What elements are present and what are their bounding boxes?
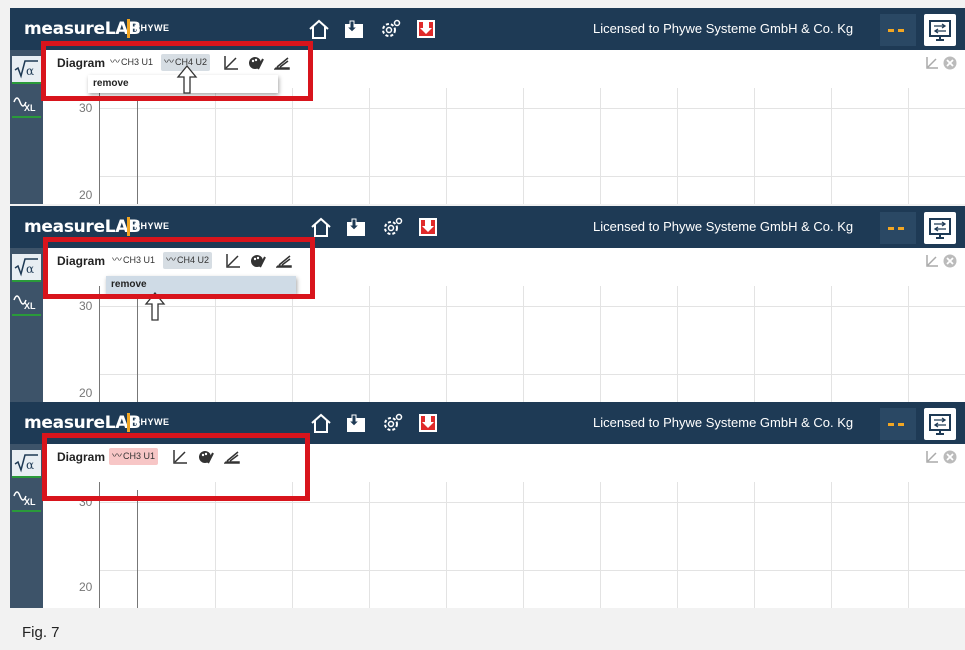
svg-text:α: α [26, 458, 34, 472]
settings-gear-icon[interactable] [379, 18, 401, 40]
svg-text:XL: XL [24, 301, 36, 311]
xl-wave-icon: XL [13, 491, 36, 507]
y-tick-label: 20 [79, 188, 93, 202]
xl-wave-icon: XL [13, 295, 36, 311]
excel-export-button[interactable]: XL [12, 484, 41, 512]
left-sidebar: α XL [10, 444, 43, 608]
screenshot-panel-2: measureLAB PHYWE Licensed to Phywe Syste… [10, 206, 965, 402]
close-icon[interactable] [943, 450, 957, 464]
sqrt-alpha-icon: α [14, 60, 38, 79]
save-icon[interactable] [415, 18, 437, 40]
y-tick-label: 30 [79, 101, 93, 115]
monitor-switch-button[interactable] [924, 14, 956, 46]
figure-caption: Fig. 7 [10, 608, 965, 650]
left-sidebar: α XL [10, 248, 43, 402]
highlight-box [42, 433, 310, 501]
highlight-box [41, 41, 313, 101]
open-folder-icon[interactable] [345, 412, 367, 434]
monitor-switch-button[interactable] [924, 408, 956, 440]
status-indicator[interactable] [880, 408, 916, 440]
logo-separator [127, 19, 130, 38]
license-text: Licensed to Phywe Systeme GmbH & Co. Kg [593, 415, 854, 430]
license-text: Licensed to Phywe Systeme GmbH & Co. Kg [593, 219, 854, 234]
resize-icon[interactable] [925, 56, 939, 70]
app-logo: measureLAB [24, 217, 141, 237]
sqrt-alpha-icon: α [14, 258, 38, 277]
excel-export-button[interactable]: XL [12, 90, 41, 118]
logo-separator [127, 413, 130, 432]
calculation-button[interactable]: α [12, 56, 41, 84]
status-indicator[interactable] [880, 14, 916, 46]
open-folder-icon[interactable] [345, 216, 367, 238]
xl-wave-icon: XL [13, 97, 36, 113]
license-text: Licensed to Phywe Systeme GmbH & Co. Kg [593, 21, 854, 36]
open-folder-icon[interactable] [343, 18, 365, 40]
svg-text:α: α [26, 262, 34, 276]
y-axis [99, 88, 100, 204]
close-icon[interactable] [943, 254, 957, 268]
calculation-button[interactable]: α [12, 450, 41, 478]
caption-text: Fig. 7 [22, 624, 60, 641]
brand-label: PHYWE [134, 221, 170, 231]
secondary-y-axis [137, 294, 138, 402]
logo-separator [127, 217, 130, 236]
monitor-switch-icon [929, 414, 951, 435]
close-icon[interactable] [943, 56, 957, 70]
home-icon[interactable] [308, 18, 330, 40]
sqrt-alpha-icon: α [14, 454, 38, 473]
svg-text:XL: XL [24, 103, 36, 113]
screenshot-panel-1: measureLAB PHYWE Licensed to Phywe Syste… [10, 8, 965, 204]
settings-gear-icon[interactable] [381, 412, 403, 434]
y-axis [99, 286, 100, 402]
save-icon[interactable] [417, 412, 439, 434]
brand-label: PHYWE [134, 417, 170, 427]
resize-icon[interactable] [925, 254, 939, 268]
settings-gear-icon[interactable] [381, 216, 403, 238]
secondary-y-axis [137, 490, 138, 608]
app-logo: measureLAB [24, 413, 141, 433]
highlight-box [43, 237, 315, 299]
monitor-switch-icon [929, 218, 951, 239]
svg-text:XL: XL [24, 497, 36, 507]
svg-text:α: α [26, 64, 34, 78]
app-logo: measureLAB [24, 19, 141, 39]
home-icon[interactable] [310, 216, 332, 238]
y-tick-label: 20 [79, 580, 93, 594]
resize-icon[interactable] [925, 450, 939, 464]
secondary-y-axis [137, 96, 138, 204]
save-icon[interactable] [417, 216, 439, 238]
left-sidebar: α XL [10, 50, 43, 204]
excel-export-button[interactable]: XL [12, 288, 41, 316]
monitor-switch-button[interactable] [924, 212, 956, 244]
y-tick-label: 20 [79, 386, 93, 400]
status-indicator[interactable] [880, 212, 916, 244]
monitor-switch-icon [929, 20, 951, 41]
brand-label: PHYWE [134, 23, 170, 33]
calculation-button[interactable]: α [12, 254, 41, 282]
home-icon[interactable] [310, 412, 332, 434]
y-tick-label: 30 [79, 299, 93, 313]
screenshot-panel-3: measureLAB PHYWE Licensed to Phywe Syste… [10, 402, 965, 608]
